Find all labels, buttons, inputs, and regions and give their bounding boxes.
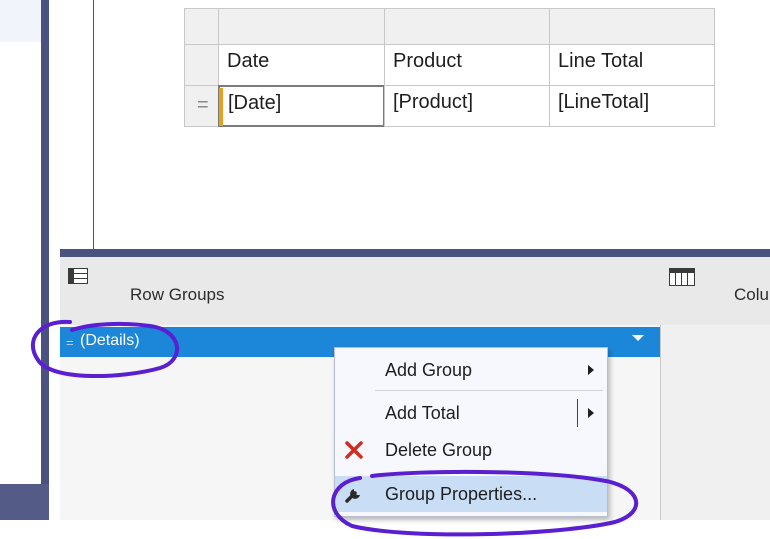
frame-gap	[49, 0, 60, 520]
menu-item-add-total[interactable]: Add Total	[335, 395, 607, 431]
group-context-menu: Add Group Add Total Delete Group Group P…	[334, 347, 608, 517]
column-handle-date[interactable]	[218, 8, 385, 45]
menu-item-label: Delete Group	[385, 440, 493, 460]
red-x-icon	[345, 441, 363, 459]
detail-row-handle[interactable]: =	[184, 85, 219, 127]
menu-separator	[375, 390, 603, 391]
detail-cell-product[interactable]: [Product]	[384, 85, 550, 127]
details-dropdown-arrow-icon[interactable]	[632, 335, 644, 341]
submenu-arrow-icon	[588, 408, 594, 418]
column-groups-label: Colu	[734, 285, 769, 304]
details-group-glyph: =	[66, 335, 74, 350]
column-groups-icon	[669, 268, 695, 286]
groups-divider	[660, 325, 661, 520]
column-handle-line-total[interactable]	[549, 8, 715, 45]
menu-item-label: Add Group	[385, 360, 473, 380]
header-cell-date[interactable]: Date	[218, 44, 385, 86]
row-groups-icon	[68, 268, 88, 284]
menu-item-label: Group Properties...	[385, 484, 538, 504]
left-frame-border	[41, 0, 49, 492]
details-group-label: (Details)	[80, 332, 140, 349]
column-handle-product[interactable]	[384, 8, 550, 45]
header-cell-line-total[interactable]: Line Total	[549, 44, 715, 86]
split-button-divider	[577, 399, 578, 427]
header-row-handle[interactable]	[184, 44, 219, 86]
detail-cell-date[interactable]: [Date]	[218, 85, 385, 127]
pane-splitter[interactable]	[60, 249, 770, 257]
header-cell-product[interactable]: Product	[384, 44, 550, 86]
menu-item-delete-group[interactable]: Delete Group	[335, 432, 607, 468]
menu-item-add-group[interactable]: Add Group	[335, 352, 607, 388]
tablix-corner-handle[interactable]	[184, 8, 219, 45]
menu-item-label: Add Total	[385, 403, 460, 423]
report-body-border	[93, 0, 94, 252]
group-indicator-marker	[219, 88, 223, 126]
row-groups-label: Row Groups	[130, 285, 225, 304]
detail-cell-line-total[interactable]: [LineTotal]	[549, 85, 715, 127]
wrench-icon	[345, 489, 360, 503]
menu-item-group-properties[interactable]: Group Properties...	[335, 476, 607, 512]
submenu-arrow-icon	[588, 365, 594, 375]
